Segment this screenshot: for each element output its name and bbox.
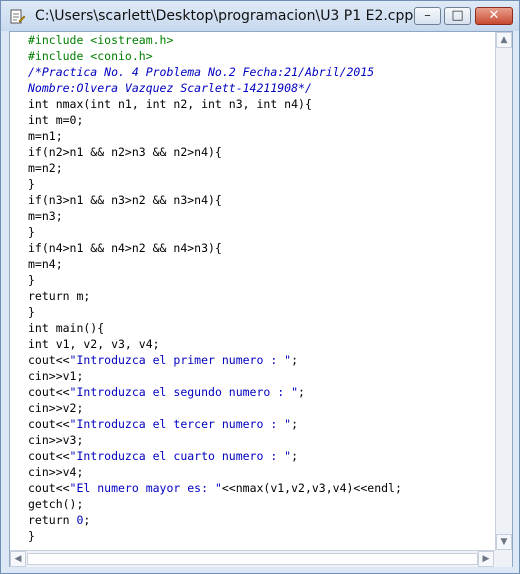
code-token: "Introduzca el tercer numero : " [69,417,292,431]
code-line[interactable]: m=n1; [28,128,402,144]
code-line[interactable]: m=n3; [28,208,402,224]
code-token: cout<< [28,449,70,463]
code-token: } [28,273,35,287]
code-line[interactable]: int nmax(int n1, int n2, int n3, int n4)… [28,96,402,112]
source-code[interactable]: #include <iostream.h> #include <conio.h> /… [28,32,402,544]
code-line[interactable]: cout<<"Introduzca el cuarto numero : "; [28,448,402,464]
code-token: cin>>v4; [28,465,84,479]
scroll-left-icon[interactable]: ◀ [10,551,26,567]
minimize-icon: – [424,8,431,23]
close-icon: ✕ [488,8,500,23]
scroll-down-icon[interactable]: ▼ [496,534,512,550]
code-token: cout<< [28,417,70,431]
code-token: } [28,529,35,543]
code-token: "Introduzca el cuarto numero : " [69,449,292,463]
code-line[interactable]: if(n2>n1 && n2>n3 && n2>n4){ [28,144,402,160]
window-title: C:\Users\scarlett\Desktop\programacion\U… [35,8,425,24]
code-token: m=n3; [28,209,63,223]
code-line[interactable]: return 0; [28,512,402,528]
code-token: ; [291,417,299,431]
minimize-button[interactable]: – [414,7,441,25]
code-line[interactable]: Nombre:Olvera Vazquez Scarlett-14211908*… [28,80,402,96]
code-token: /*Practica No. 4 Problema No.2 Fecha:21/… [28,65,375,79]
code-token: } [28,177,35,191]
code-line[interactable]: cin>>v4; [28,464,402,480]
cpp-file-icon [10,9,25,24]
code-line[interactable]: if(n4>n1 && n4>n2 && n4>n3){ [28,240,402,256]
scroll-right-icon[interactable]: ▶ [478,551,494,567]
code-line[interactable]: #include <conio.h> [28,48,402,64]
code-line[interactable]: m=n4; [28,256,402,272]
code-line[interactable]: /*Practica No. 4 Problema No.2 Fecha:21/… [28,64,402,80]
maximize-icon: □ [451,8,464,23]
code-line[interactable]: int main(){ [28,320,402,336]
code-token: if(n3>n1 && n3>n2 && n3>n4){ [28,193,222,207]
code-token: cin>>v3; [28,433,84,447]
code-token: #include <iostream.h> [28,33,174,47]
code-line[interactable]: return m; [28,288,402,304]
editor-window: C:\Users\scarlett\Desktop\programacion\U… [0,0,520,574]
scroll-up-icon[interactable]: ▲ [496,32,512,48]
code-token: ; [298,385,305,399]
code-line[interactable]: cin>>v3; [28,432,402,448]
horizontal-scrollbar[interactable]: ◀ ▶ [10,550,495,567]
code-token: ; [291,353,299,367]
vertical-scrollbar[interactable]: ▲ ▼ [495,32,512,550]
code-token: return [28,513,77,527]
code-token: return m; [28,289,91,303]
code-token: Nombre:Olvera Vazquez Scarlett-14211908*… [28,81,312,95]
code-line[interactable]: } [28,304,402,320]
code-token: "El numero mayor es: " [69,481,222,495]
code-line[interactable]: getch(); [28,496,402,512]
code-line[interactable]: if(n3>n1 && n3>n2 && n3>n4){ [28,192,402,208]
code-line[interactable]: } [28,176,402,192]
code-token: } [28,305,35,319]
code-token: m=n4; [28,257,63,271]
code-line[interactable]: #include <iostream.h> [28,32,402,48]
code-token: ; [291,449,299,463]
code-token: <<nmax(v1,v2,v3,v4)<<endl; [221,481,402,495]
code-token: m=n1; [28,129,63,143]
code-line[interactable]: cout<<"El numero mayor es: "<<nmax(v1,v2… [28,480,402,496]
title-bar[interactable]: C:\Users\scarlett\Desktop\programacion\U… [1,1,519,31]
scroll-corner [495,550,512,567]
code-token: #include <conio.h> [28,49,153,63]
code-line[interactable]: cin>>v1; [28,368,402,384]
code-line[interactable]: cout<<"Introduzca el segundo numero : "; [28,384,402,400]
code-line[interactable]: } [28,528,402,544]
maximize-button[interactable]: □ [444,7,471,25]
code-token: m=n2; [28,161,63,175]
code-line[interactable]: int v1, v2, v3, v4; [28,336,402,352]
code-line[interactable]: m=n2; [28,160,402,176]
code-token: cout<< [28,481,70,495]
code-editor[interactable]: #include <iostream.h> #include <conio.h> /… [10,32,495,550]
code-line[interactable]: cout<<"Introduzca el primer numero : "; [28,352,402,368]
code-token: cout<< [28,385,70,399]
code-token: int main(){ [28,321,105,335]
code-line[interactable]: } [28,272,402,288]
code-token: int v1, v2, v3, v4; [28,337,160,351]
code-token: cout<< [28,353,70,367]
code-line[interactable]: cout<<"Introduzca el tercer numero : "; [28,416,402,432]
code-line[interactable]: cin>>v2; [28,400,402,416]
code-token: if(n4>n1 && n4>n2 && n4>n3){ [28,241,222,255]
code-token: int m=0; [28,113,84,127]
code-line[interactable]: int m=0; [28,112,402,128]
code-token: int nmax(int n1, int n2, int n3, int n4)… [28,97,312,111]
code-token: ; [83,513,91,527]
code-token: if(n2>n1 && n2>n3 && n2>n4){ [28,145,222,159]
editor-client-area: #include <iostream.h> #include <conio.h> /… [9,31,513,567]
close-button[interactable]: ✕ [475,7,513,25]
code-token: getch(); [28,497,84,511]
code-token: cin>>v1; [28,369,84,383]
code-line[interactable]: } [28,224,402,240]
code-token: "Introduzca el primer numero : " [69,353,292,367]
code-token: } [28,225,35,239]
code-token: "Introduzca el segundo numero : " [69,385,299,399]
horizontal-scroll-thumb[interactable] [27,553,478,565]
code-token: cin>>v2; [28,401,84,415]
